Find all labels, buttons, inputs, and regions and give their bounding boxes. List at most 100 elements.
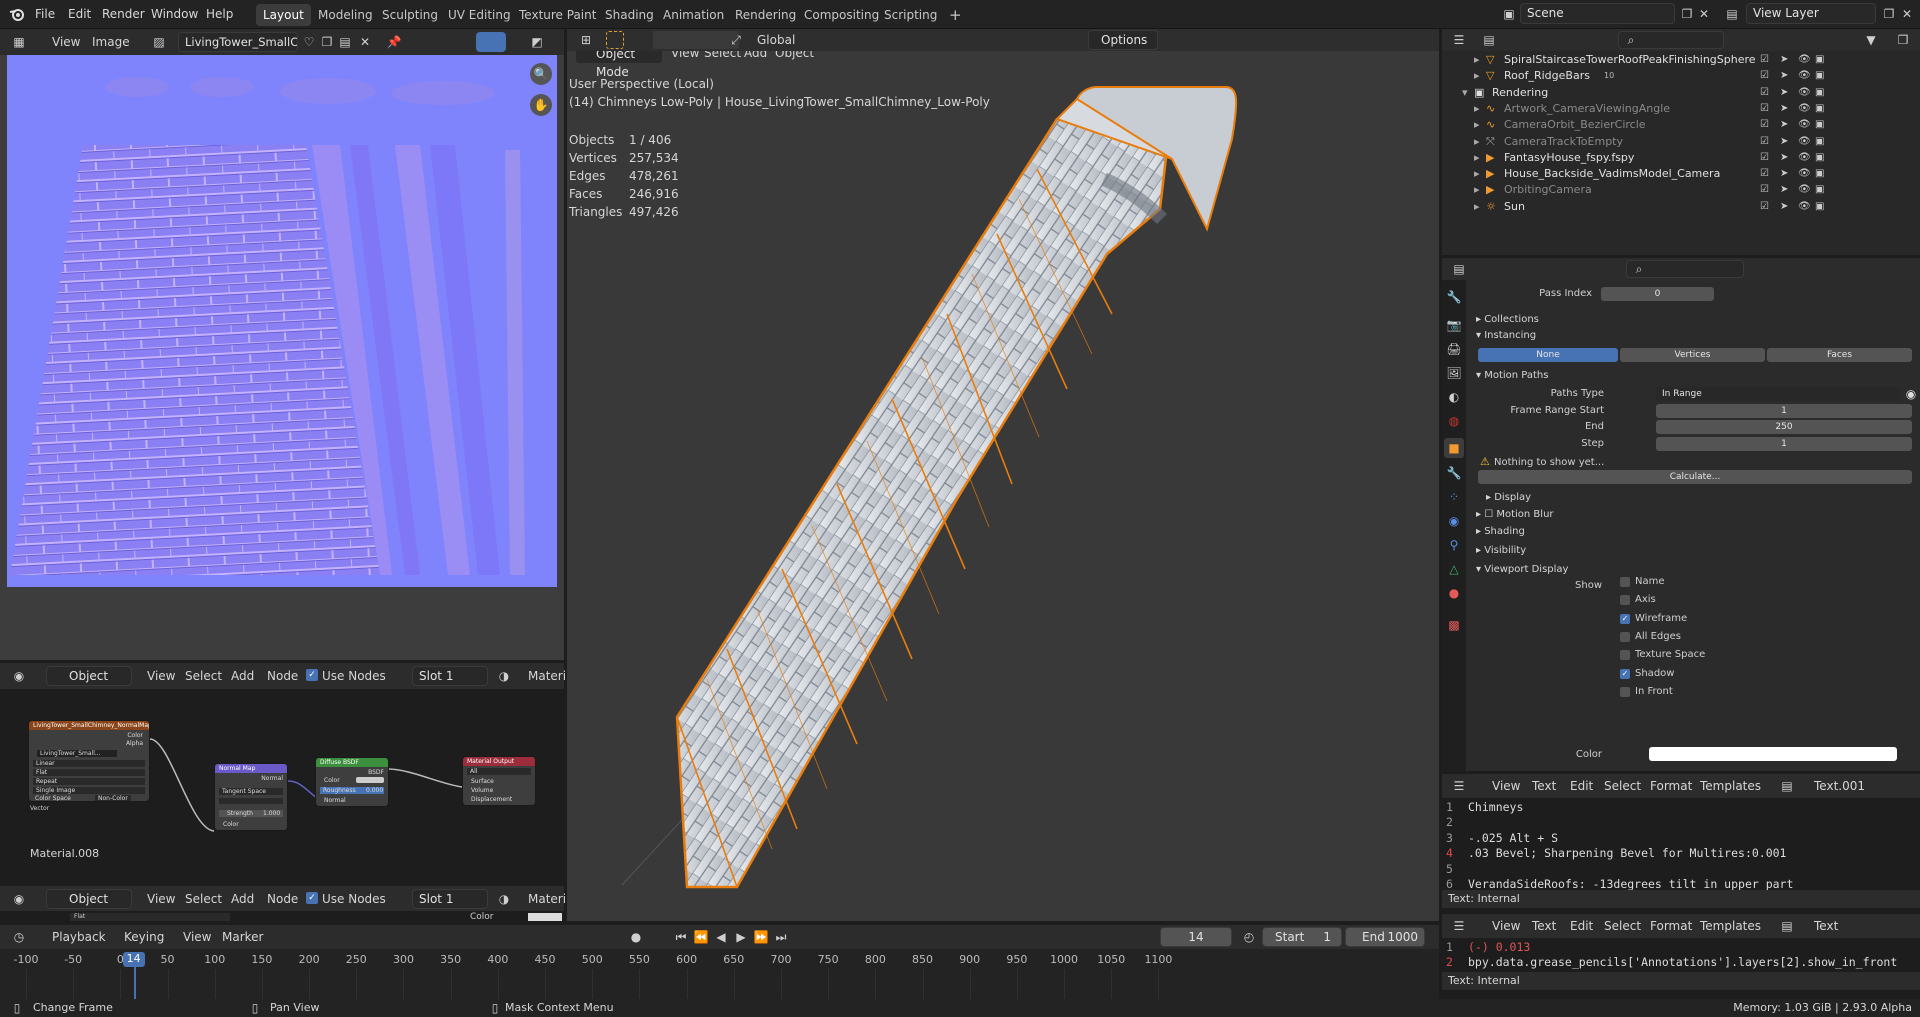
use-nodes2-checkbox[interactable]: ✓ xyxy=(306,892,318,904)
options-dropdown[interactable]: Options xyxy=(1088,30,1158,50)
material2-browse-icon[interactable]: ◑ xyxy=(495,890,513,908)
zoom-icon[interactable]: 🔍 xyxy=(532,65,550,83)
outliner-row[interactable]: ▸ ∿ CameraOrbit_BezierCircle ☑ ➤ 👁 ▣ xyxy=(1442,117,1920,133)
pan-hand-icon[interactable]: ✋ xyxy=(532,96,550,114)
instancing-vertices[interactable]: Vertices xyxy=(1620,348,1765,362)
visibility-section[interactable]: ▸ Visibility xyxy=(1476,543,1526,559)
render-tab-icon[interactable]: 📷 xyxy=(1445,316,1463,334)
material-output-node[interactable]: Material Output All Surface Volume Displ… xyxy=(462,756,536,806)
next-keyframe-icon[interactable]: ⏩ xyxy=(752,928,770,946)
paths-type-dropdown[interactable]: In Range xyxy=(1656,387,1900,401)
bsdf-color-swatch[interactable] xyxy=(356,777,384,783)
display-subsection[interactable]: ▸ Display xyxy=(1486,490,1531,506)
paths-help-icon[interactable]: ◉ xyxy=(1902,385,1920,403)
normal-map-node[interactable]: Normal Map Normal Tangent Space Strength… xyxy=(214,763,288,831)
show-checkbox[interactable] xyxy=(1620,577,1630,587)
data-tab-icon[interactable]: △ xyxy=(1445,560,1463,578)
camera-render-icon[interactable]: ▣ xyxy=(1815,134,1824,150)
eye-icon[interactable]: 👁 xyxy=(1798,182,1811,198)
instancing-faces[interactable]: Faces xyxy=(1767,348,1912,362)
calculate-button[interactable]: Calculate... xyxy=(1478,470,1912,484)
image-editor-canvas[interactable]: 🔍 ✋ xyxy=(0,55,564,660)
expand-arrow-icon[interactable]: ▸ xyxy=(1474,117,1480,133)
view-layer-field[interactable]: View Layer xyxy=(1746,3,1876,24)
pass-index-field[interactable]: 0 xyxy=(1601,287,1714,301)
text1-body[interactable]: 1 Chimneys 2 3 -.025 Alt + S 4 .03 Bevel; Shar… xyxy=(1442,798,1920,890)
current-frame-field[interactable]: 14 xyxy=(1160,927,1232,947)
collections-section[interactable]: ▸ Collections xyxy=(1476,312,1539,328)
slot2-dropdown[interactable]: Slot 1 xyxy=(412,889,488,909)
text1-name-field[interactable]: Text.001 xyxy=(1814,779,1865,793)
image-texture-node[interactable]: LivingTower_SmallChimney_NormalMap Color… xyxy=(28,720,150,802)
camera-render-icon[interactable]: ▣ xyxy=(1815,166,1824,182)
check-icon[interactable]: ☑ xyxy=(1760,101,1769,117)
select-arrow-icon[interactable]: ➤ xyxy=(1780,85,1788,101)
properties-type-icon[interactable]: ▤ xyxy=(1450,260,1468,278)
expand-arrow-icon[interactable]: ▸ xyxy=(1474,52,1480,68)
node2-select-menu[interactable]: Select xyxy=(185,892,222,906)
texture-tab-icon[interactable]: ▩ xyxy=(1445,616,1463,634)
expand-arrow-icon[interactable]: ▸ xyxy=(1474,134,1480,150)
show-checkbox[interactable] xyxy=(1620,650,1630,661)
outliner-row[interactable]: ▸ ⤧ CameraTrackToEmpty ☑ ➤ 👁 ▣ xyxy=(1442,134,1920,150)
playback-menu[interactable]: Playback xyxy=(52,930,106,944)
editor-type-icon[interactable]: ▦ xyxy=(10,33,28,51)
tab-shading[interactable]: Shading xyxy=(598,4,661,26)
fake-user-icon[interactable]: ♡ xyxy=(300,33,318,51)
marker-menu[interactable]: Marker xyxy=(222,930,263,944)
tab-modeling[interactable]: Modeling xyxy=(311,4,380,26)
motion-blur-section[interactable]: ▸ ☐ Motion Blur xyxy=(1476,507,1554,523)
node-add-menu[interactable]: Add xyxy=(231,669,254,683)
node2-add-menu[interactable]: Add xyxy=(231,892,254,906)
modifier-tab-icon[interactable]: 🔧 xyxy=(1445,464,1463,482)
image-view-menu[interactable]: View xyxy=(52,35,80,49)
text1-templates-menu[interactable]: Templates xyxy=(1700,779,1761,793)
use-nodes-checkbox[interactable]: ✓ xyxy=(306,669,318,681)
select-arrow-icon[interactable]: ➤ xyxy=(1780,117,1788,133)
image-menu[interactable]: Image xyxy=(92,35,130,49)
open-image-icon[interactable]: ▤ xyxy=(336,33,354,51)
material-browse-icon[interactable]: ◑ xyxy=(495,667,513,685)
tab-sculpting[interactable]: Sculpting xyxy=(375,4,445,26)
outliner-row[interactable]: ▸ ∿ Artwork_CameraViewingAngle ☑ ➤ 👁 ▣ xyxy=(1442,101,1920,117)
check-icon[interactable]: ☑ xyxy=(1760,68,1769,84)
frame-range-start-field[interactable]: 1 xyxy=(1656,404,1912,418)
display-mode-icon[interactable]: ▤ xyxy=(1480,31,1498,49)
show-checkbox[interactable]: ✓ xyxy=(1620,613,1630,624)
blender-logo-icon[interactable] xyxy=(8,5,26,23)
check-icon[interactable]: ☑ xyxy=(1760,182,1769,198)
select-arrow-icon[interactable]: ➤ xyxy=(1780,150,1788,166)
prev-keyframe-icon[interactable]: ⏪ xyxy=(692,928,710,946)
expand-arrow-icon[interactable]: ▸ xyxy=(1474,199,1480,215)
text2-text-menu[interactable]: Text xyxy=(1532,919,1556,933)
expand-arrow-icon[interactable]: ▸ xyxy=(1474,150,1480,166)
camera-render-icon[interactable]: ▣ xyxy=(1815,117,1824,133)
preview-range-icon[interactable]: ◴ xyxy=(1240,928,1258,946)
instancing-none[interactable]: None xyxy=(1478,348,1618,362)
unlink-image-icon[interactable]: ✕ xyxy=(356,33,374,51)
nm-space[interactable]: Tangent Space xyxy=(219,788,283,795)
viewport-display-section[interactable]: ▾ Viewport Display xyxy=(1476,562,1568,578)
outliner-row[interactable]: ▸ ▶ OrbitingCamera ☑ ➤ 👁 ▣ xyxy=(1442,182,1920,198)
image-name-field[interactable]: LivingTower_SmallC... xyxy=(178,32,298,52)
text1-browse-icon[interactable]: ▤ xyxy=(1778,777,1796,795)
node2-node-menu[interactable]: Node xyxy=(267,892,298,906)
select-arrow-icon[interactable]: ➤ xyxy=(1780,52,1788,68)
node-editor2-type-icon[interactable]: ◉ xyxy=(10,890,28,908)
outliner-row[interactable]: ▸ ▶ FantasyHouse_fspy.fspy ☑ ➤ 👁 ▣ xyxy=(1442,150,1920,166)
image-browse-icon[interactable]: ▨ xyxy=(150,33,168,51)
text2-select-menu[interactable]: Select xyxy=(1604,919,1641,933)
eye-icon[interactable]: 👁 xyxy=(1798,150,1811,166)
tool-tab-icon[interactable]: 🔧 xyxy=(1445,288,1463,306)
select-arrow-icon[interactable]: ➤ xyxy=(1780,134,1788,150)
text2-format-menu[interactable]: Format xyxy=(1650,919,1692,933)
node-editor2-canvas[interactable]: Flat Color xyxy=(0,911,564,923)
tab-rendering[interactable]: Rendering xyxy=(728,4,803,26)
camera-render-icon[interactable]: ▣ xyxy=(1815,182,1824,198)
outliner-row[interactable]: ▸ ☼ Sun ☑ ➤ 👁 ▣ xyxy=(1442,199,1920,215)
show-checkbox[interactable] xyxy=(1620,631,1630,642)
tex-interp[interactable]: Linear xyxy=(33,760,145,767)
jump-start-icon[interactable]: ⏮ xyxy=(672,928,690,946)
camera-render-icon[interactable]: ▣ xyxy=(1815,52,1824,68)
outliner-row[interactable]: ▾ ▣ Rendering ☑ ➤ 👁 ▣ xyxy=(1442,85,1920,101)
